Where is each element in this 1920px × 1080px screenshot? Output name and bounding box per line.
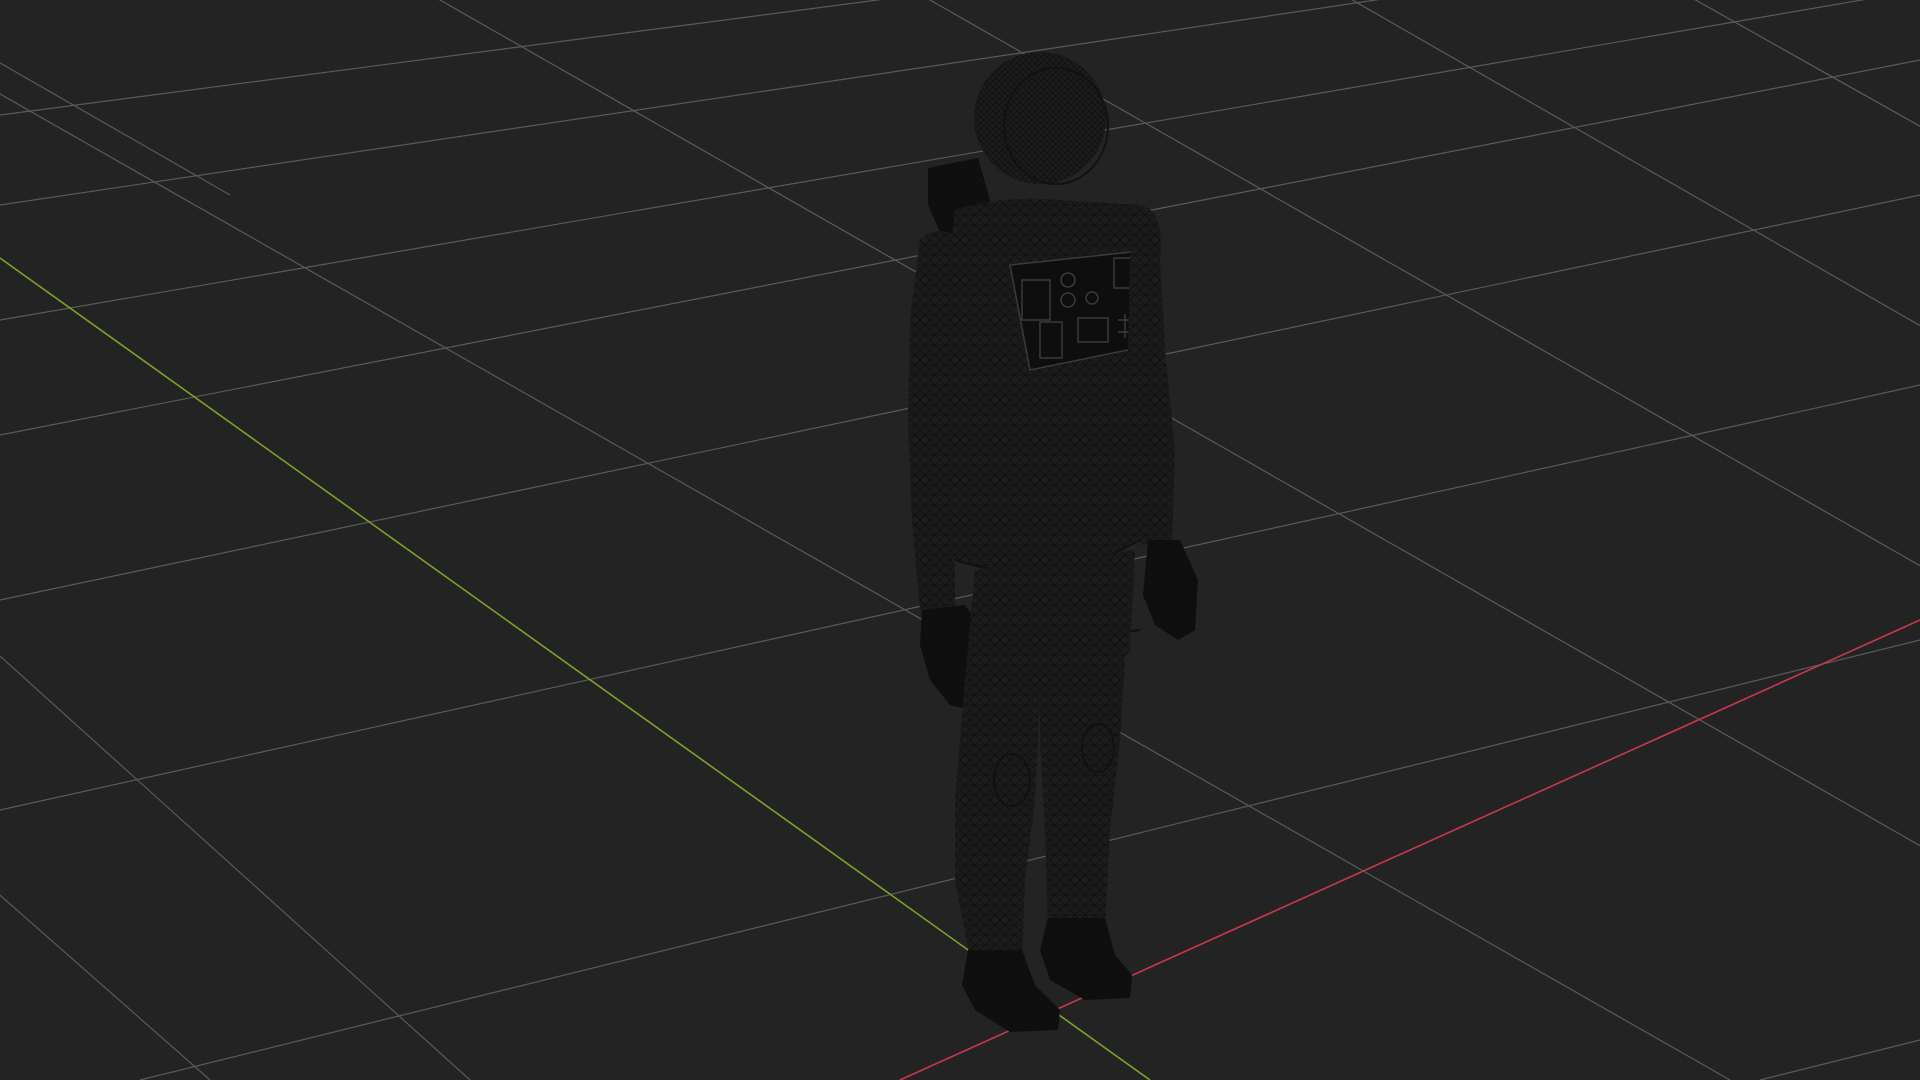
viewport-canvas[interactable] bbox=[0, 0, 1920, 1080]
grid-line bbox=[0, 655, 471, 1080]
grid-line bbox=[0, 0, 1380, 206]
grid-line bbox=[0, 93, 1731, 1080]
helmet bbox=[974, 52, 1106, 184]
grid-line bbox=[0, 62, 231, 196]
grid-line bbox=[0, 0, 883, 116]
grid-line bbox=[1759, 1039, 1920, 1080]
left-leg bbox=[955, 680, 1040, 960]
right-leg bbox=[1040, 660, 1125, 925]
right-boot bbox=[1040, 918, 1132, 1000]
grid-line bbox=[1694, 0, 1920, 127]
astronaut-model[interactable] bbox=[908, 52, 1198, 1032]
grid-line bbox=[0, 894, 211, 1080]
3d-viewport[interactable] bbox=[0, 0, 1920, 1080]
right-glove bbox=[1143, 540, 1198, 640]
